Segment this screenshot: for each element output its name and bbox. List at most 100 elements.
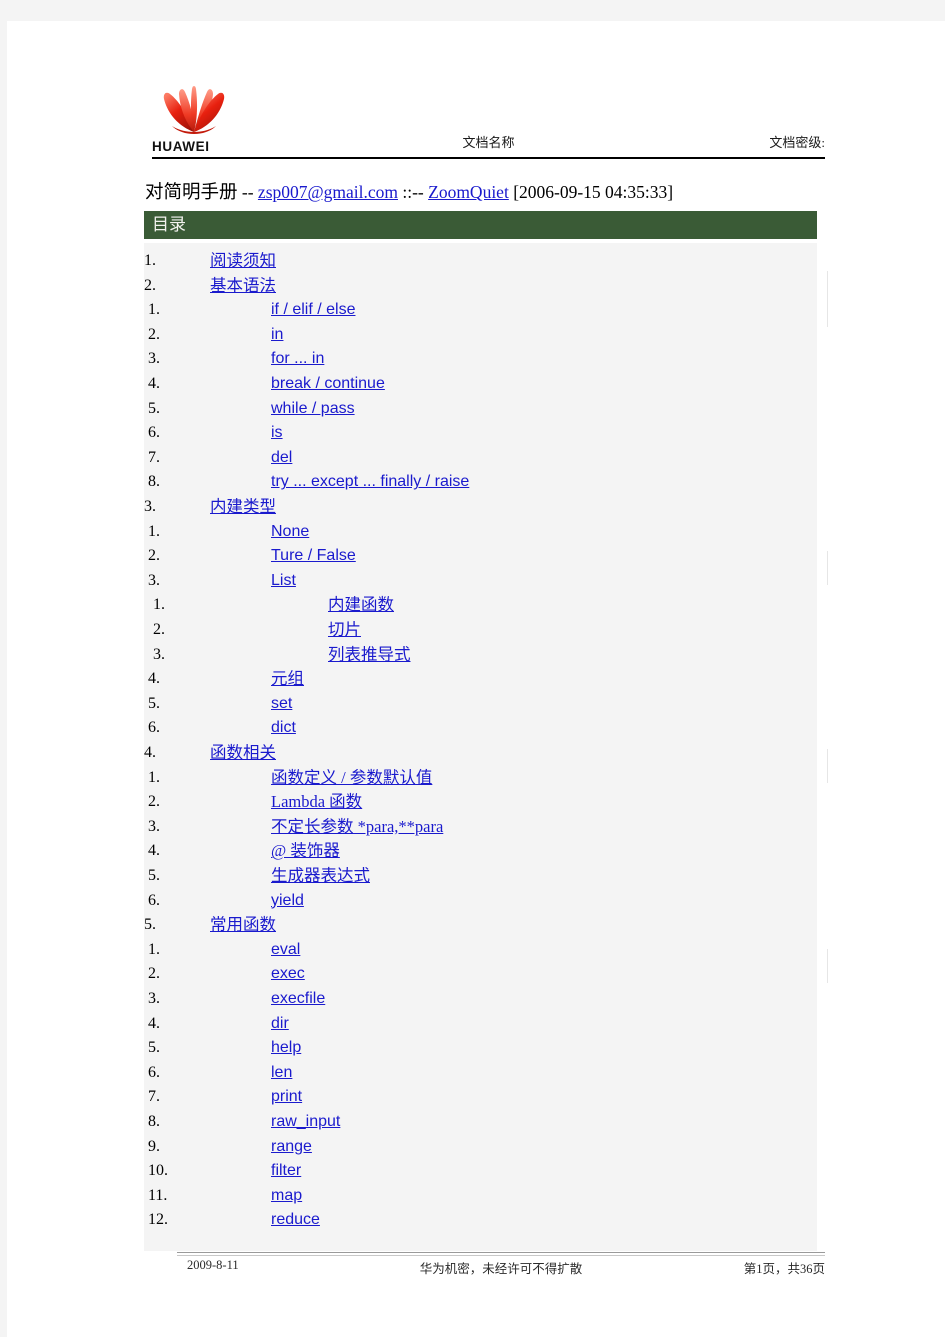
toc-item-number: 7. — [148, 448, 160, 466]
toc-item-link[interactable]: execfile — [271, 986, 325, 1011]
toc-item: 4. @ 装饰器 — [144, 838, 817, 863]
toc-item-link[interactable]: print — [271, 1084, 302, 1109]
toc-item-link[interactable]: 阅读须知 — [210, 248, 276, 273]
toc-item-number: 4. — [148, 375, 160, 392]
toc-item: 3. 列表推导式 — [144, 642, 817, 667]
toc-item-number: 3. — [148, 817, 160, 835]
toc-item-link[interactable]: for ... in — [271, 346, 324, 371]
toc-item-number: 4. — [148, 670, 160, 688]
byline-timestamp: [2006-09-15 04:35:33] — [508, 182, 674, 202]
toc-item-number: 2. — [153, 621, 165, 638]
toc-item-link[interactable]: break / continue — [271, 371, 385, 396]
toc-item: 5. 常用函数 — [144, 912, 817, 937]
toc-item-link[interactable]: None — [271, 519, 309, 544]
toc-item-number: 3. — [148, 350, 160, 368]
toc-item-number: 6. — [148, 424, 160, 442]
toc-item-link[interactable]: 切片 — [328, 617, 361, 642]
toc-item-link[interactable]: 基本语法 — [210, 273, 276, 298]
toc-item-link[interactable]: yield — [271, 888, 304, 913]
toc-item: 3. 不定长参数 *para,**para — [144, 814, 817, 839]
toc-item: 11. map — [144, 1183, 817, 1208]
toc-item-link[interactable]: dir — [271, 1011, 289, 1036]
toc-item-number: 6. — [148, 719, 160, 737]
toc-item-number: 1. — [148, 940, 160, 958]
toc-item-number: 1. — [148, 768, 160, 786]
toc-item: 3. execfile — [144, 986, 817, 1011]
toc-item-link[interactable]: try ... except ... finally / raise — [271, 469, 469, 494]
toc-item-link[interactable]: 内建函数 — [328, 592, 394, 617]
toc-item-number: 4. — [144, 744, 156, 761]
toc-item: 4. 元组 — [144, 666, 817, 691]
header-doc-name: 文档名称 — [462, 135, 515, 150]
toc-item-link[interactable]: is — [271, 420, 283, 445]
toc-item: 4. dir — [144, 1011, 817, 1036]
toc-item-number: 6. — [148, 1063, 160, 1081]
toc-item-link[interactable]: dict — [271, 715, 296, 740]
toc-item-link[interactable]: 列表推导式 — [328, 642, 411, 667]
document-header: HUAWEI 文档名称 文档密级: — [152, 75, 825, 159]
document-page: HUAWEI 文档名称 文档密级: 对简明手册 -- zsp007@gmail.… — [7, 21, 945, 1337]
toc-item-link[interactable]: reduce — [271, 1207, 320, 1232]
toc-item-link[interactable]: Ture / False — [271, 543, 356, 568]
toc-item-link[interactable]: map — [271, 1183, 302, 1208]
toc-item: 3. 内建类型 — [144, 494, 817, 519]
toc-item-link[interactable]: 常用函数 — [210, 912, 276, 937]
toc-item-link[interactable]: raw_input — [271, 1109, 340, 1134]
byline-email-link[interactable]: zsp007@gmail.com — [258, 182, 398, 202]
toc-item-link[interactable]: Lambda 函数 — [271, 789, 362, 814]
toc-item-link[interactable]: in — [271, 322, 283, 347]
toc-item-number: 3. — [148, 571, 160, 589]
toc-item-link[interactable]: 内建类型 — [210, 494, 276, 519]
toc-item-link[interactable]: while / pass — [271, 396, 355, 421]
toc-item-number: 2. — [148, 547, 160, 565]
byline: 对简明手册 -- zsp007@gmail.com ::-- ZoomQuiet… — [145, 181, 845, 204]
header-secrecy-label: 文档密级: — [769, 135, 825, 150]
toc-item-number: 4. — [148, 842, 160, 860]
toc-item-number: 4. — [148, 1014, 160, 1032]
toc-item-link[interactable]: help — [271, 1035, 301, 1060]
toc-item-link[interactable]: 函数相关 — [210, 740, 276, 765]
toc-item-number: 5. — [144, 916, 156, 934]
toc-item-link[interactable]: exec — [271, 961, 305, 986]
toc-item: 1. 函数定义 / 参数默认值 — [144, 765, 817, 790]
toc-item: 6. yield — [144, 888, 817, 913]
toc-item: 5. while / pass — [144, 396, 817, 421]
toc-section-bar: 目录 — [144, 211, 817, 239]
toc-item-link[interactable]: 元组 — [271, 666, 304, 691]
toc-item-link[interactable]: range — [271, 1134, 312, 1159]
toc-item-link[interactable]: len — [271, 1060, 292, 1085]
toc-item: 10. filter — [144, 1158, 817, 1183]
toc-item-link[interactable]: filter — [271, 1158, 301, 1183]
toc-item-number: 7. — [148, 1088, 160, 1106]
toc-item-number: 1. — [148, 522, 160, 540]
toc-item-link[interactable]: eval — [271, 937, 300, 962]
toc-item-number: 6. — [148, 891, 160, 909]
toc-item: 8. raw_input — [144, 1109, 817, 1134]
toc-item-number: 12. — [148, 1211, 168, 1229]
toc-item: 6. dict — [144, 715, 817, 740]
toc-item: 1. 阅读须知 — [144, 248, 817, 273]
toc-item: 8. try ... except ... finally / raise — [144, 469, 817, 494]
panel-edge-artifact — [827, 749, 828, 783]
toc-item: 5. 生成器表达式 — [144, 863, 817, 888]
toc-item-link[interactable]: 生成器表达式 — [271, 863, 370, 888]
toc-item: 4. break / continue — [144, 371, 817, 396]
toc-panel: 1. 阅读须知 2. 基本语法 1. if / elif / else 2. in 3. for … — [144, 243, 828, 1251]
toc-item: 3. List — [144, 568, 817, 593]
toc-item-number: 5. — [148, 867, 160, 884]
toc-item-link[interactable]: 不定长参数 *para,**para — [271, 814, 443, 839]
toc-item: 6. len — [144, 1060, 817, 1085]
toc-item-link[interactable]: del — [271, 445, 292, 470]
toc-item-link[interactable]: @ 装饰器 — [271, 838, 340, 863]
toc-item-number: 2. — [148, 793, 160, 811]
toc-item: 2. Ture / False — [144, 543, 817, 568]
toc-item: 1. 内建函数 — [144, 592, 817, 617]
toc-item-link[interactable]: 函数定义 / 参数默认值 — [271, 765, 432, 790]
toc-item-link[interactable]: if / elif / else — [271, 297, 355, 322]
toc-item-link[interactable]: List — [271, 568, 296, 593]
toc-item-number: 5. — [148, 399, 160, 417]
toc-item-number: 3. — [144, 498, 156, 515]
toc-item-link[interactable]: set — [271, 691, 292, 716]
toc-item: 4. 函数相关 — [144, 740, 817, 765]
byline-author-link[interactable]: ZoomQuiet — [428, 182, 509, 202]
